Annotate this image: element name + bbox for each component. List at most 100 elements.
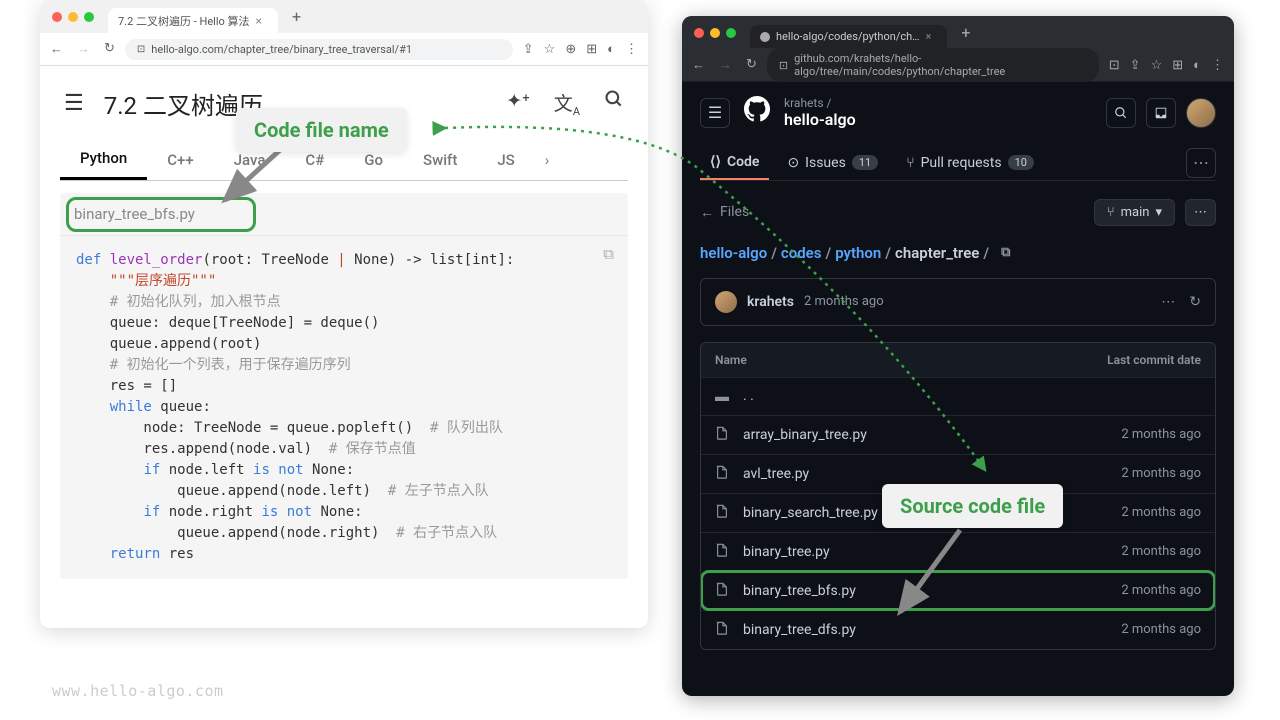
menu-icon[interactable]: ⋮ xyxy=(625,42,638,57)
minimize-icon[interactable] xyxy=(710,28,720,38)
reload-icon[interactable]: ↻ xyxy=(746,57,757,73)
breadcrumb-python[interactable]: python xyxy=(835,244,881,262)
arrow-left-icon: ← xyxy=(700,204,714,221)
nav-more-icon[interactable]: ⋯ xyxy=(1186,148,1216,178)
parent-dir-row[interactable]: ▬ . . xyxy=(701,377,1215,415)
tabs-more-icon[interactable]: › xyxy=(535,141,560,179)
tab-js[interactable]: JS xyxy=(477,141,534,179)
pull-request-icon: ⑂ xyxy=(906,155,914,171)
url-bar: ← → ↻ ⊡ github.com/krahets/hello-algo/tr… xyxy=(682,49,1234,82)
more-actions-button[interactable]: ⋯ xyxy=(1185,199,1216,226)
code-block: def level_order(root: TreeNode | None) -… xyxy=(60,236,628,579)
reload-icon[interactable]: ↻ xyxy=(104,41,115,57)
file-icon xyxy=(715,582,731,600)
table-row[interactable]: array_binary_tree.py2 months ago xyxy=(701,415,1215,454)
files-link[interactable]: ←Files xyxy=(700,204,749,221)
hamburger-icon[interactable]: ☰ xyxy=(700,98,730,128)
search-icon[interactable] xyxy=(604,89,624,118)
new-tab-icon[interactable]: + xyxy=(292,7,301,26)
chevron-down-icon: ▾ xyxy=(1155,205,1162,220)
close-icon[interactable] xyxy=(694,28,704,38)
branch-selector[interactable]: ⑂main▾ xyxy=(1094,199,1175,226)
forward-icon[interactable]: → xyxy=(77,41,90,57)
url-text: hello-algo.com/chapter_tree/binary_tree_… xyxy=(151,43,412,56)
breadcrumb-current: chapter_tree xyxy=(895,244,979,262)
bookmark-icon[interactable]: ☆ xyxy=(1151,58,1163,73)
bookmark-icon[interactable]: ☆ xyxy=(544,42,556,57)
file-name: binary_tree_bfs.py xyxy=(743,583,1121,599)
close-icon[interactable] xyxy=(52,12,62,22)
file-name: binary_tree_dfs.py xyxy=(743,622,1121,638)
install-icon[interactable]: ⊡ xyxy=(1109,58,1120,73)
inbox-icon[interactable] xyxy=(1146,98,1176,128)
tab-swift[interactable]: Swift xyxy=(403,141,477,179)
commit-avatar xyxy=(715,291,737,313)
install-icon[interactable]: ⊕ xyxy=(565,42,576,57)
extensions-icon[interactable]: ⊞ xyxy=(586,42,597,57)
annotation-code-file-name: Code file name xyxy=(236,108,407,152)
back-icon[interactable]: ← xyxy=(50,41,63,57)
nav-code[interactable]: ⟨⟩Code xyxy=(700,146,769,180)
browser-tab[interactable]: 7.2 二叉树遍历 - Hello 算法 × xyxy=(108,8,278,34)
hamburger-icon[interactable]: ☰ xyxy=(64,91,84,116)
site-info-icon[interactable]: ⊡ xyxy=(137,44,145,55)
profile-icon[interactable]: ◐ xyxy=(1193,57,1201,73)
url-input[interactable]: ⊡ hello-algo.com/chapter_tree/binary_tre… xyxy=(125,39,513,60)
github-logo-icon[interactable] xyxy=(744,96,770,129)
site-info-icon[interactable]: ⊡ xyxy=(779,59,788,72)
browser-tab[interactable]: hello-algo/codes/python/ch… × xyxy=(750,25,947,48)
forward-icon[interactable]: → xyxy=(719,57,732,73)
share-icon[interactable]: ⇪ xyxy=(523,42,534,57)
code-icon: ⟨⟩ xyxy=(710,154,721,170)
file-time: 2 months ago xyxy=(1121,622,1201,637)
history-icon[interactable]: ↻ xyxy=(1189,294,1201,310)
profile-icon[interactable]: ◐ xyxy=(607,41,615,57)
file-time: 2 months ago xyxy=(1121,427,1201,442)
table-row[interactable]: binary_tree.py2 months ago xyxy=(701,532,1215,571)
tab-python[interactable]: Python xyxy=(60,139,147,180)
tab-cpp[interactable]: C++ xyxy=(147,141,213,179)
url-text: github.com/krahets/hello-algo/tree/main/… xyxy=(794,52,1087,78)
breadcrumb-codes[interactable]: codes xyxy=(781,244,822,262)
theme-toggle-icon[interactable]: ✦⁺ xyxy=(506,89,530,118)
minimize-icon[interactable] xyxy=(68,12,78,22)
close-tab-icon[interactable]: × xyxy=(926,30,932,43)
column-name: Name xyxy=(715,353,747,367)
breadcrumb-root[interactable]: hello-algo xyxy=(700,244,767,262)
share-icon[interactable]: ⇪ xyxy=(1130,58,1141,73)
menu-icon[interactable]: ⋮ xyxy=(1211,58,1224,73)
file-time: 2 months ago xyxy=(1121,544,1201,559)
browser-window-right: hello-algo/codes/python/ch… × + ← → ↻ ⊡ … xyxy=(682,16,1234,696)
language-icon[interactable]: 文A xyxy=(554,89,580,118)
branch-icon: ⑂ xyxy=(1107,205,1115,220)
search-icon[interactable] xyxy=(1106,98,1136,128)
nav-issues[interactable]: ⊙Issues11 xyxy=(777,147,888,179)
repo-title[interactable]: krahets / hello-algo xyxy=(784,96,1092,130)
url-input[interactable]: ⊡ github.com/krahets/hello-algo/tree/mai… xyxy=(767,48,1099,82)
extensions-icon[interactable]: ⊞ xyxy=(1172,58,1183,73)
commit-author: krahets xyxy=(747,294,794,310)
traffic-lights xyxy=(694,28,736,38)
maximize-icon[interactable] xyxy=(84,12,94,22)
favicon-icon xyxy=(760,32,770,42)
back-icon[interactable]: ← xyxy=(692,57,705,73)
avatar[interactable] xyxy=(1186,98,1216,128)
folder-icon: ▬ xyxy=(715,388,731,405)
file-icon xyxy=(715,504,731,522)
maximize-icon[interactable] xyxy=(726,28,736,38)
latest-commit[interactable]: krahets 2 months ago ⋯ ↻ xyxy=(700,278,1216,326)
copy-icon[interactable]: ⧉ xyxy=(603,245,614,263)
file-time: 2 months ago xyxy=(1121,466,1201,481)
commit-message-icon[interactable]: ⋯ xyxy=(1161,294,1175,310)
browser-window-left: 7.2 二叉树遍历 - Hello 算法 × + ← → ↻ ⊡ hello-a… xyxy=(40,0,648,628)
nav-pulls[interactable]: ⑂Pull requests10 xyxy=(896,147,1044,179)
new-tab-icon[interactable]: + xyxy=(961,23,970,42)
title-bar: hello-algo/codes/python/ch… × + xyxy=(682,16,1234,49)
close-tab-icon[interactable]: × xyxy=(256,14,262,28)
table-row[interactable]: binary_tree_dfs.py2 months ago xyxy=(701,610,1215,649)
table-row[interactable]: binary_tree_bfs.py2 months ago xyxy=(701,571,1215,610)
tab-title: 7.2 二叉树遍历 - Hello 算法 xyxy=(118,13,250,29)
copy-path-icon[interactable]: ⧉ xyxy=(1001,245,1010,260)
title-bar: 7.2 二叉树遍历 - Hello 算法 × + xyxy=(40,0,648,33)
file-name: binary_tree.py xyxy=(743,544,1121,560)
